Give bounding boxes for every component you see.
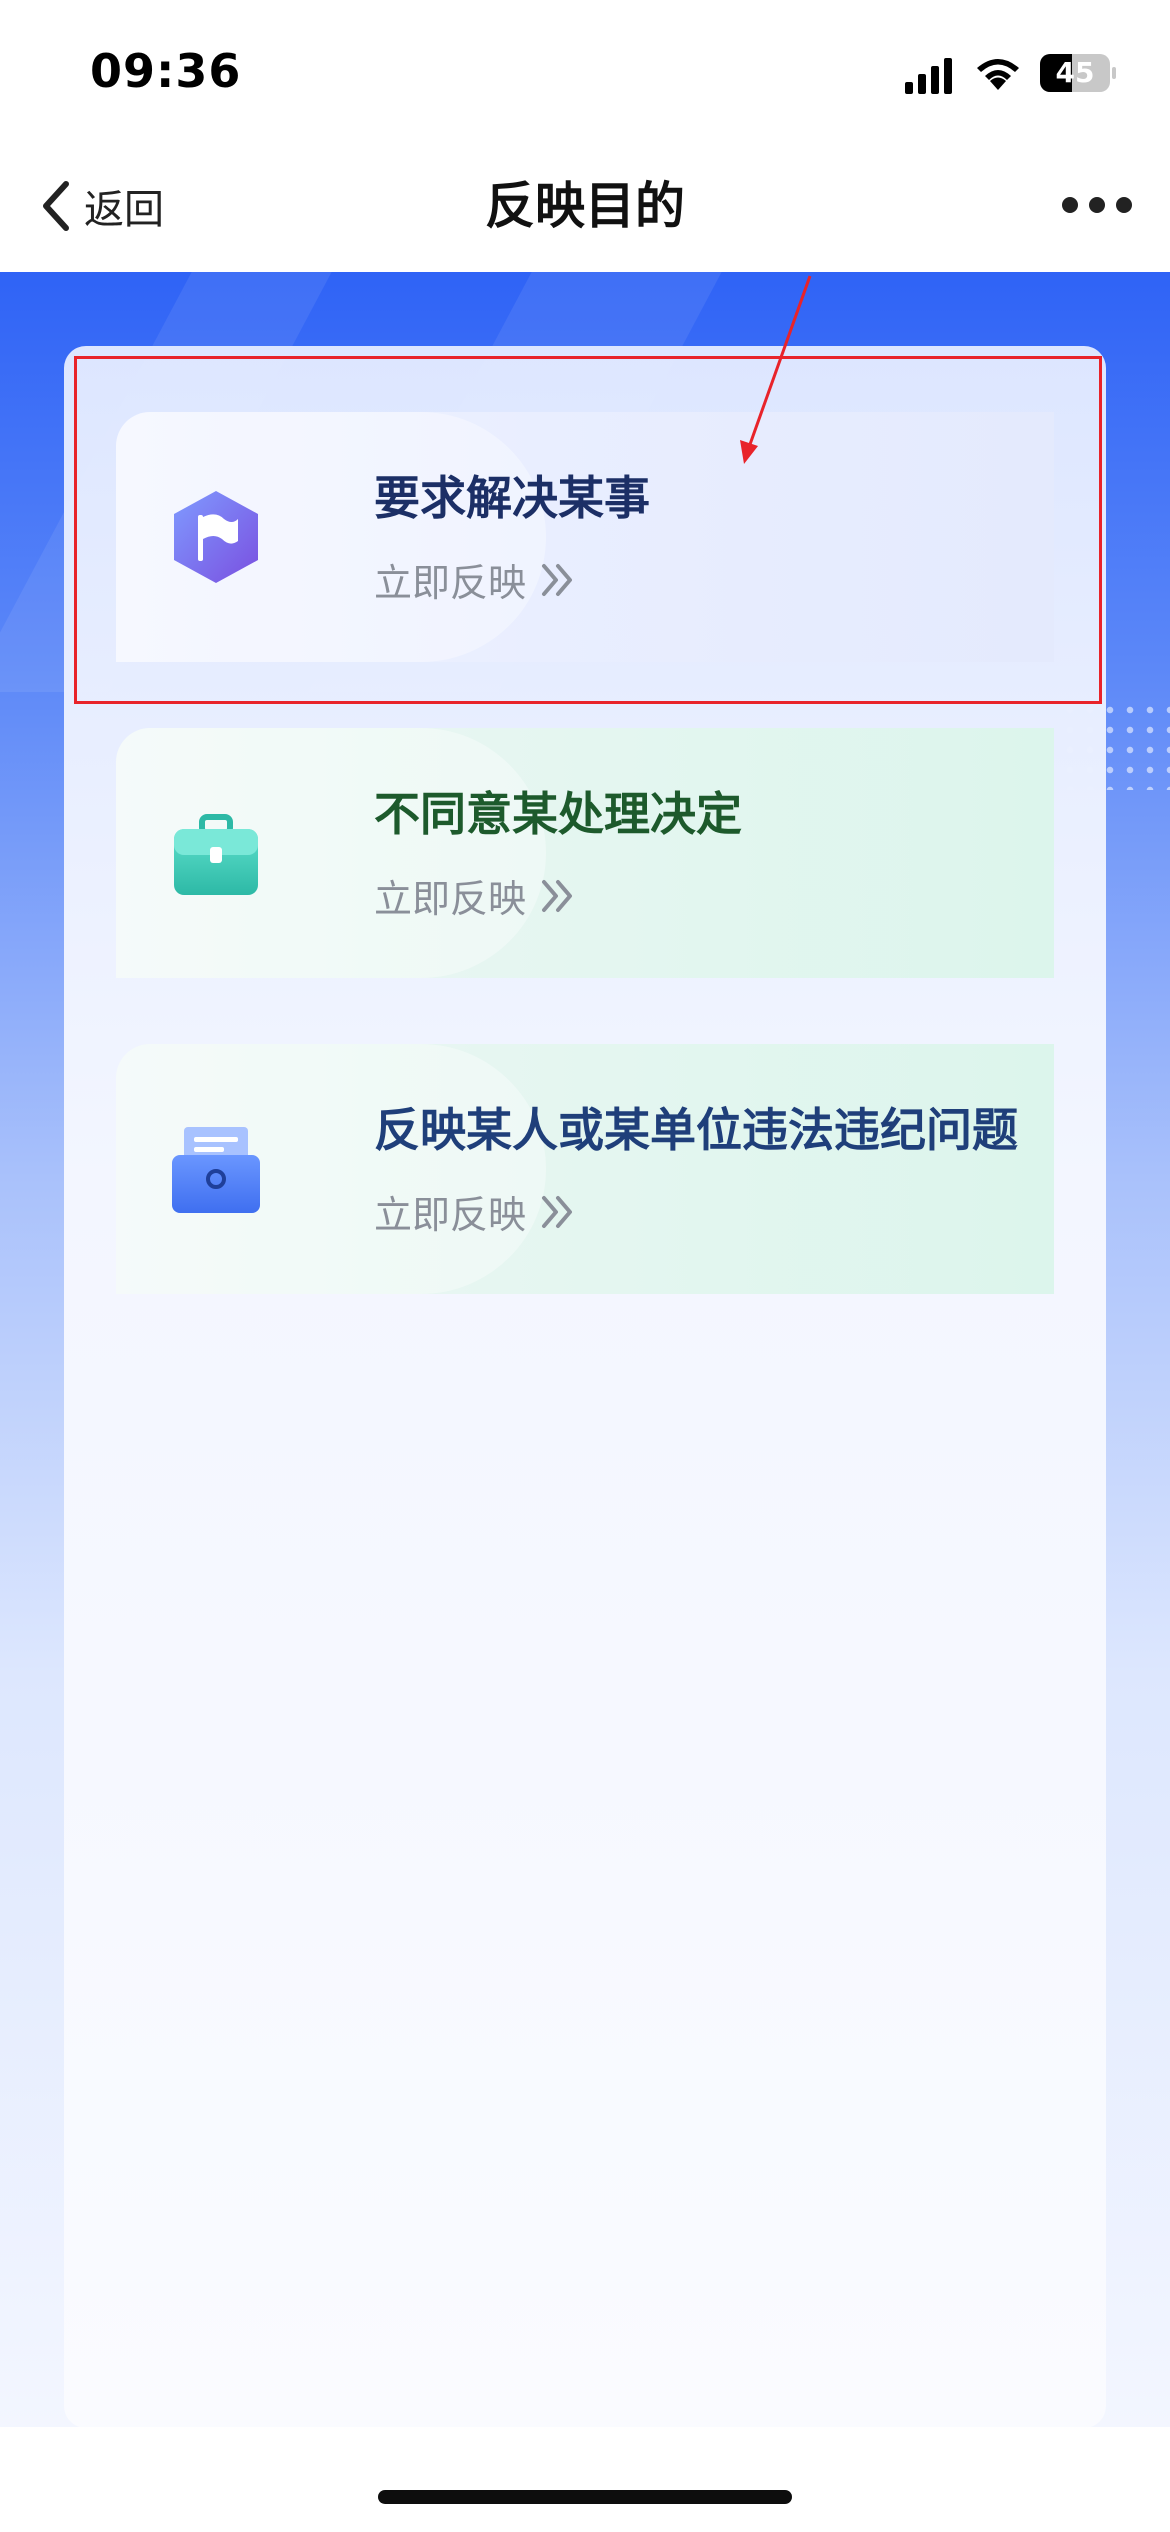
briefcase-icon xyxy=(174,814,258,895)
purpose-card-disagree[interactable]: 不同意某处理决定 立即反映 xyxy=(116,728,1054,978)
battery-level: 45 xyxy=(1055,56,1095,89)
nav-bar: 反映目的 返回 xyxy=(0,140,1170,272)
wifi-icon xyxy=(977,59,1019,90)
report-now-label: 立即反映 xyxy=(374,1193,527,1237)
signal-icon xyxy=(905,58,952,94)
status-bar: 09:36 45 xyxy=(0,0,1170,140)
card-title: 不同意某处理决定 xyxy=(374,787,742,841)
purpose-card-violation[interactable]: 反映某人或某单位违法违纪问题 立即反映 xyxy=(116,1044,1054,1294)
home-indicator[interactable] xyxy=(378,2490,792,2504)
card-title: 反映某人或某单位违法违纪问题 xyxy=(374,1103,1018,1157)
chevron-left-icon xyxy=(43,181,69,231)
report-now-label: 立即反映 xyxy=(374,877,527,921)
back-button[interactable]: 返回 xyxy=(36,170,164,242)
back-label: 返回 xyxy=(84,187,164,233)
app-screen: 09:36 45 反映目的 返回 要求解决某事 立即反映 不同意某处理决定 立即… xyxy=(0,0,1170,2532)
report-now-link[interactable]: 立即反映 xyxy=(374,1184,578,1239)
report-now-link[interactable]: 立即反映 xyxy=(374,868,578,923)
inbox-report-icon xyxy=(172,1127,260,1213)
double-chevron-right-icon xyxy=(542,1195,573,1228)
double-chevron-right-icon xyxy=(542,879,573,912)
more-icon[interactable] xyxy=(1060,190,1134,220)
page-title: 反映目的 xyxy=(485,177,685,235)
annotation-arrow xyxy=(740,275,812,464)
annotation-highlight-box xyxy=(74,356,1102,704)
status-time: 09:36 xyxy=(90,44,242,98)
bottom-safe-area xyxy=(0,2427,1170,2532)
battery-icon: 45 xyxy=(1040,54,1116,92)
